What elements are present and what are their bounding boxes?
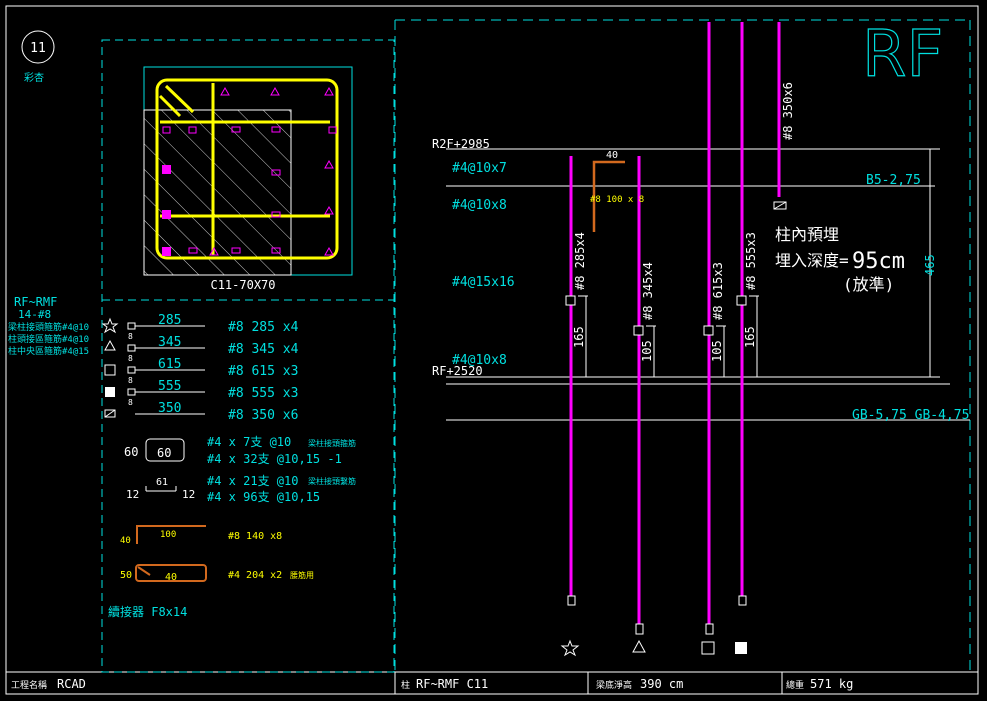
bar-desc: #8 345 x4	[228, 342, 299, 357]
u-bar-desc: #4 204 x2	[228, 570, 282, 581]
beam-gb: GB-5,75 GB-4,75	[852, 408, 969, 423]
hook-note: #8 100 x 8	[590, 195, 644, 205]
bar-length: 345	[158, 335, 181, 350]
hook-len: 8	[128, 332, 133, 341]
bar-length: 285	[158, 313, 181, 328]
tie-note: 梁柱接頭繫筋	[308, 476, 356, 486]
star-icon	[560, 639, 580, 657]
bar-label-5: #8 350x6	[781, 82, 795, 140]
square-hatched-icon	[104, 409, 116, 418]
project-label: 工程名稱	[11, 679, 47, 691]
l-bar-left: 40	[120, 536, 131, 546]
column-section: C11-70X70	[143, 66, 353, 292]
badge-number: 11	[30, 41, 46, 56]
level-bars: 14-#8	[18, 308, 51, 321]
stirrup-note-1: 梁柱接頭箍筋	[308, 438, 356, 448]
weight-label: 總重	[786, 679, 804, 691]
bar-desc: #8 555 x3	[228, 386, 298, 401]
square-filled-icon	[735, 642, 747, 654]
hook-len: 8	[128, 376, 133, 385]
embed-note-2: 埋入深度=	[775, 251, 849, 270]
bar-label-2: #8 345x4	[641, 262, 655, 320]
floor-title: RF	[862, 18, 943, 92]
hook-len: 8	[128, 398, 133, 407]
square-open-icon	[104, 364, 116, 376]
hook-len: 8	[128, 354, 133, 363]
bar-schedule: 8 8 8 8 285 345 615 555 350 #8 285 x4 #8…	[101, 313, 299, 423]
l-bar-desc: #8 140 x8	[228, 531, 282, 542]
stirrup-dim: 60	[124, 445, 138, 459]
title-block: 工程名稱 RCAD 柱 RF~RMF C11 梁底淨高 390 cm 總重 57…	[11, 677, 853, 691]
tie-dim-top: 61	[156, 477, 168, 488]
level-range: RF~RMF	[14, 295, 57, 309]
dim-465: 465	[923, 254, 937, 276]
tie-note-2: 柱頭接區箍筋#4@10	[8, 333, 89, 345]
coupler-label: 續接器 F8x14	[108, 604, 187, 619]
dim-165-a: 165	[572, 326, 586, 348]
tie-zone-4: #4@10x8	[452, 353, 507, 368]
dim-165-b: 165	[743, 326, 757, 348]
bar-label-3: #8 615x3	[711, 262, 725, 320]
bar-length: 615	[158, 357, 181, 372]
tie-note-1: 梁柱接頭箍筋#4@10	[8, 321, 89, 333]
drawing-canvas: 11 彩杏 C11-70X70 RF~RMF 14-#8 梁柱接頭箍筋#4@10…	[5, 5, 979, 695]
stirrup-box-dim: 60	[157, 446, 171, 460]
l-bar: 100 40 #8 140 x8	[120, 525, 282, 546]
height-label: 梁底淨高	[596, 679, 632, 691]
embed-note-1: 柱內預埋	[775, 225, 839, 244]
dim-105-a: 105	[640, 340, 654, 362]
embed-note-3: (放準)	[843, 275, 894, 294]
beam-b5: B5-2,75	[866, 173, 921, 188]
outer-frame	[5, 5, 979, 695]
square-open-icon	[701, 641, 715, 655]
triangle-icon	[104, 339, 116, 351]
clear-height: 390 cm	[640, 677, 683, 691]
bar-desc: #8 615 x3	[228, 364, 298, 379]
tie-zone-1: #4@10x7	[452, 161, 507, 176]
column-label: 柱	[401, 679, 410, 691]
tie-dim-right: 12	[182, 488, 195, 501]
triangle-icon	[632, 639, 646, 653]
bar-label-4: #8 555x3	[744, 232, 758, 290]
total-weight: 571 kg	[810, 677, 853, 691]
column-id: RF~RMF C11	[416, 677, 488, 691]
stirrup-line-1: #4 x 7支 @10	[207, 435, 291, 449]
project-name: RCAD	[57, 677, 86, 691]
dim-40: 40	[606, 150, 618, 161]
bar-desc: #8 285 x4	[228, 320, 299, 335]
tie-line-1: #4 x 21支 @10	[207, 474, 298, 488]
bar-length: 555	[158, 379, 181, 394]
u-bar-inner: 40	[165, 572, 177, 583]
bar-desc: #8 350 x6	[228, 408, 298, 423]
star-icon	[101, 317, 119, 334]
sheet-badge: 11 彩杏	[21, 30, 55, 84]
tie-zone-2: #4@10x8	[452, 198, 507, 213]
stirrup-line-2: #4 x 32支 @10,15 -1	[207, 452, 342, 466]
dim-105-b: 105	[710, 340, 724, 362]
embed-depth: 95cm	[852, 249, 905, 274]
tie-line-2: #4 x 96支 @10,15	[207, 490, 320, 504]
u-bar: 50 40 #4 204 x2 腰筋用	[120, 564, 314, 583]
level-r2f: R2F+2985	[432, 137, 490, 151]
u-bar-left: 50	[120, 570, 132, 581]
square-filled-icon	[105, 387, 115, 397]
tie-zone-3: #4@15x16	[452, 275, 515, 290]
level-labels: RF~RMF 14-#8 梁柱接頭箍筋#4@10 柱頭接區箍筋#4@10 柱中央…	[8, 295, 89, 357]
tie-dim-left: 12	[126, 488, 139, 501]
bar-length: 350	[158, 401, 181, 416]
l-bar-top: 100	[160, 530, 176, 540]
tie-note-3: 柱中央區箍筋#4@15	[8, 345, 89, 357]
badge-subtitle: 彩杏	[24, 71, 44, 84]
bar-label-1: #8 285x4	[573, 232, 587, 290]
stirrup-schedule: 60 60 #4 x 7支 @10 梁柱接頭箍筋 #4 x 32支 @10,15…	[124, 435, 356, 504]
u-bar-note: 腰筋用	[290, 570, 314, 580]
section-label: C11-70X70	[210, 278, 275, 292]
